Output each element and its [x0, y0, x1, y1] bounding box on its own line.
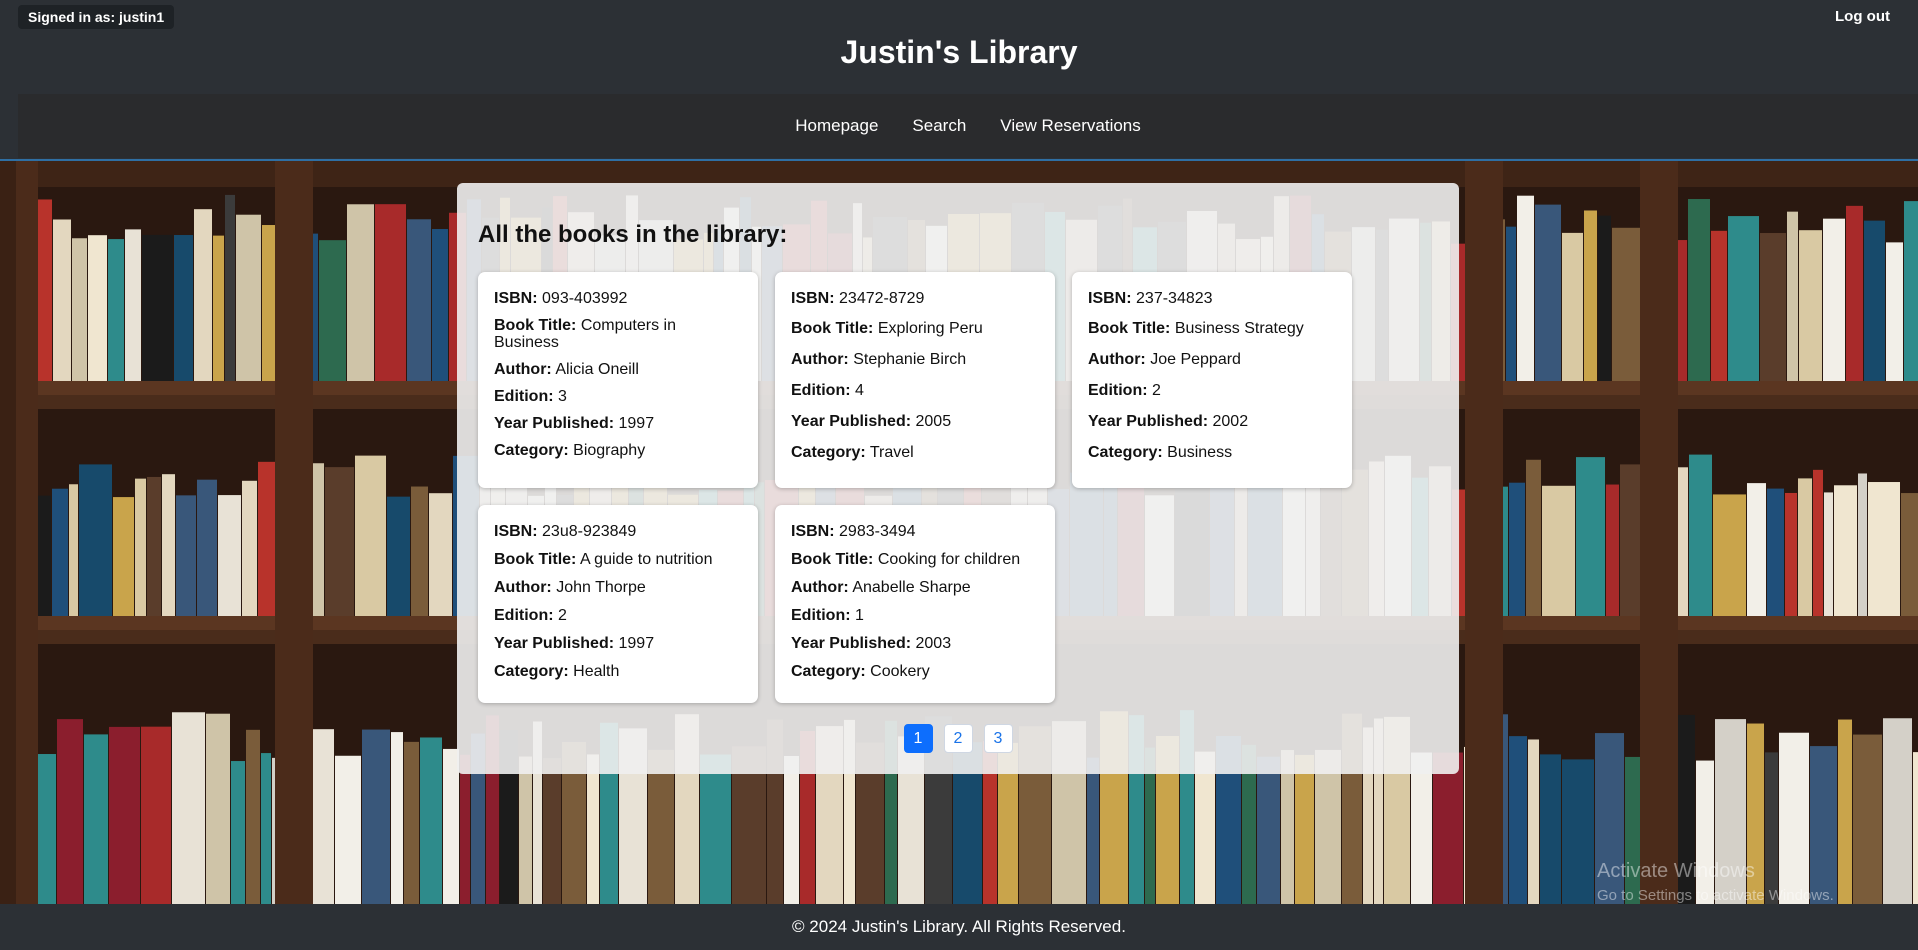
book-year: Year Published: 1997 [494, 635, 655, 652]
book-isbn: ISBN: 23u8-923849 [494, 523, 637, 540]
book-category: Category: Biography [494, 442, 646, 459]
book-card[interactable]: ISBN: 237-34823 Book Title: Business Str… [1072, 272, 1352, 488]
book-edition: Edition: 2 [494, 607, 567, 624]
books-panel: All the books in the library: ISBN: 093-… [457, 183, 1459, 774]
pagination: 1 2 3 [457, 724, 1459, 753]
site-title: Justin's Library [840, 34, 1078, 70]
nav-item-search[interactable]: Search [912, 116, 966, 136]
watermark-subtitle: Go to Settings to activate Windows. [1597, 887, 1834, 904]
book-year: Year Published: 2002 [1088, 413, 1249, 430]
books-heading: All the books in the library: [478, 221, 788, 248]
book-isbn: ISBN: 237-34823 [1088, 290, 1213, 307]
book-card[interactable]: ISBN: 093-403992 Book Title: Computers i… [478, 272, 758, 488]
book-author: Author: John Thorpe [494, 579, 646, 596]
book-card[interactable]: ISBN: 23u8-923849 Book Title: A guide to… [478, 505, 758, 703]
signed-in-badge: Signed in as: justin1 [18, 5, 175, 29]
site-footer: © 2024 Justin's Library. All Rights Rese… [0, 904, 1918, 950]
watermark-title: Activate Windows [1597, 860, 1755, 882]
book-title: Book Title: A guide to nutrition [494, 551, 713, 568]
book-category: Category: Business [1088, 444, 1233, 461]
book-isbn: ISBN: 23472-8729 [791, 290, 925, 307]
book-card[interactable]: ISBN: 23472-8729 Book Title: Exploring P… [775, 272, 1055, 488]
page-button-1[interactable]: 1 [903, 724, 933, 753]
book-title: Book Title: Business Strategy [1088, 320, 1304, 337]
book-year: Year Published: 1997 [494, 415, 655, 432]
book-edition: Edition: 1 [791, 607, 864, 624]
book-isbn: ISBN: 2983-3494 [791, 523, 916, 540]
book-year: Year Published: 2005 [791, 413, 952, 430]
book-author: Author: Joe Peppard [1088, 351, 1241, 368]
book-category: Category: Cookery [791, 663, 930, 680]
activate-windows-watermark: Activate Windows Go to Settings to activ… [1597, 860, 1834, 904]
book-title: Book Title: Cooking for children [791, 551, 1021, 568]
book-author: Author: Stephanie Birch [791, 351, 967, 368]
book-category: Category: Health [494, 663, 620, 680]
book-edition: Edition: 4 [791, 382, 864, 399]
site-header: Signed in as: justin1 Log out Justin's L… [0, 0, 1918, 161]
logout-link[interactable]: Log out [1835, 8, 1890, 25]
book-author: Author: Anabelle Sharpe [791, 579, 971, 596]
page-button-3[interactable]: 3 [983, 724, 1013, 753]
nav-item-view-reservations[interactable]: View Reservations [1000, 116, 1140, 136]
book-author: Author: Alicia Oneill [494, 361, 639, 378]
book-edition: Edition: 3 [494, 388, 567, 405]
page-button-2[interactable]: 2 [943, 724, 973, 753]
book-year: Year Published: 2003 [791, 635, 952, 652]
book-title: Book Title: Exploring Peru [791, 320, 983, 337]
book-isbn: ISBN: 093-403992 [494, 290, 628, 307]
book-edition: Edition: 2 [1088, 382, 1161, 399]
book-title: Book Title: Computers in Business [494, 317, 676, 351]
nav-item-homepage[interactable]: Homepage [795, 116, 878, 136]
main-nav: Homepage Search View Reservations [18, 94, 1918, 158]
book-card[interactable]: ISBN: 2983-3494 Book Title: Cooking for … [775, 505, 1055, 703]
book-category: Category: Travel [791, 444, 914, 461]
